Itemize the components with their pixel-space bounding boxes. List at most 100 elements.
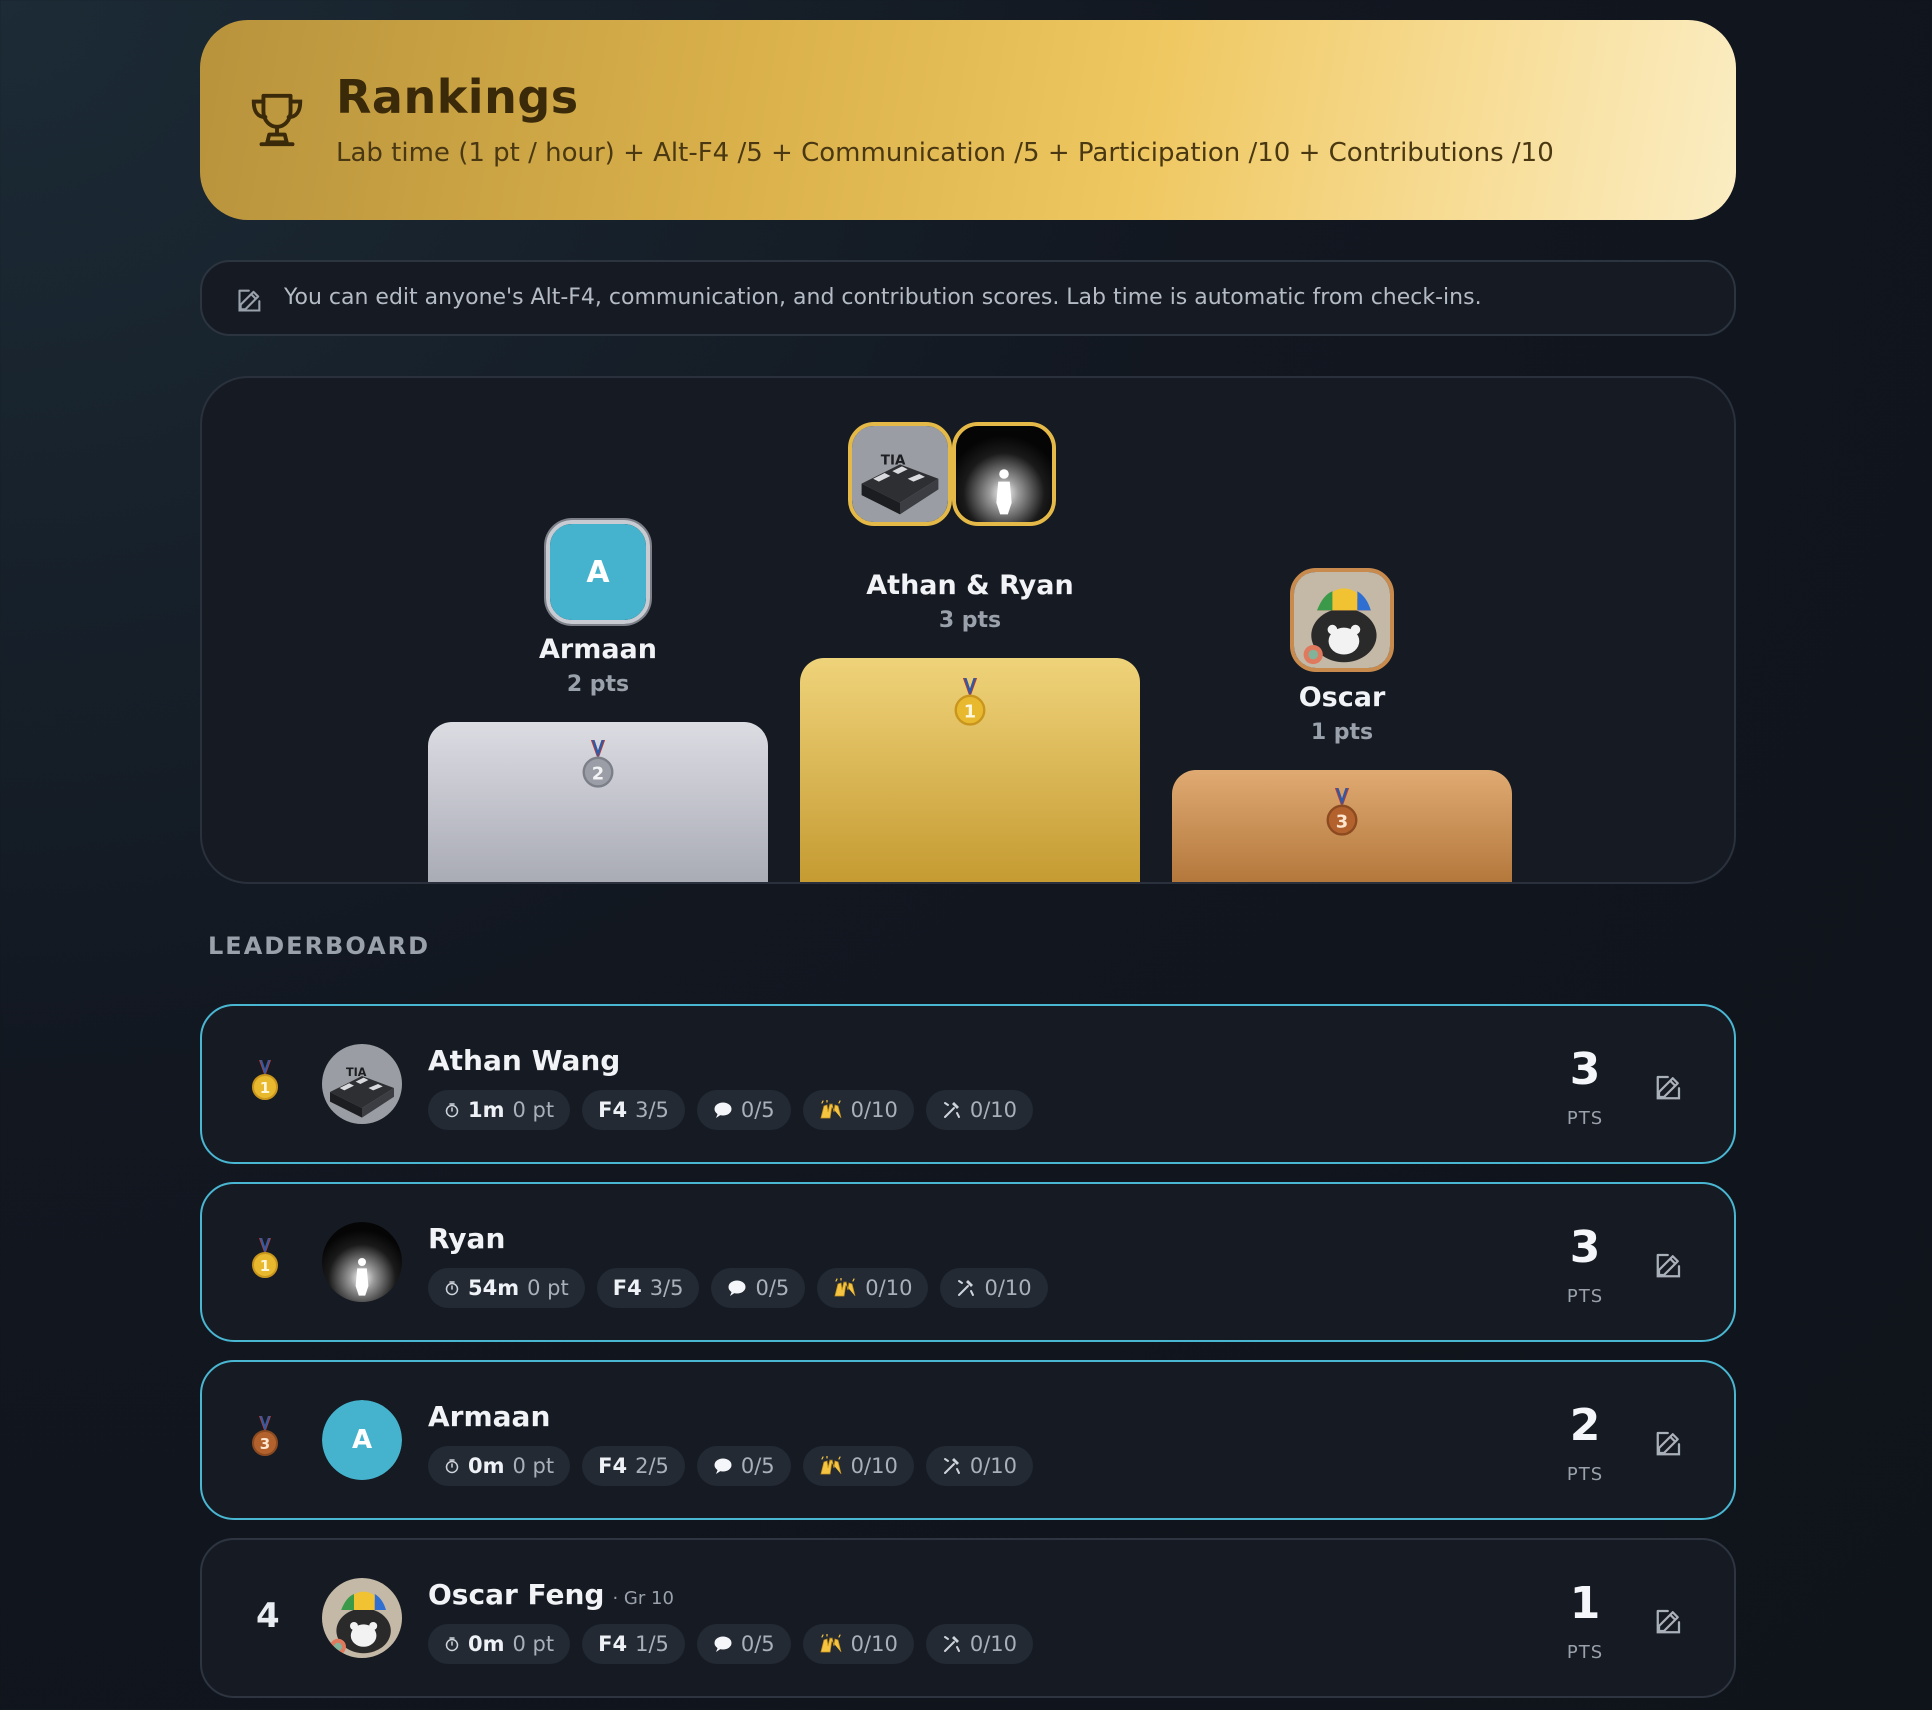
- member-name-text: Oscar Feng: [428, 1578, 605, 1611]
- podium-first-points: 3 pts: [938, 608, 1002, 633]
- participation-chip: 0/10: [802, 1446, 914, 1486]
- score-chips: 1m 0 pt F4 3/5 0/5 0/10 0/10: [428, 1090, 1034, 1130]
- podium-first-name: Athan & Ryan: [866, 570, 1074, 601]
- participation-score: 0/10: [850, 1098, 898, 1122]
- contributions-chip: 0/10: [925, 1624, 1034, 1664]
- pts-label: PTS: [1566, 1286, 1604, 1307]
- communication-score: 0/5: [740, 1632, 775, 1656]
- grade-label: · Gr 10: [612, 1588, 674, 1609]
- edit-info-note: You can edit anyone's Alt-F4, communicat…: [200, 260, 1736, 336]
- gold-medal-icon: [250, 1060, 280, 1102]
- lab-time-chip: 54m 0 pt: [428, 1268, 585, 1308]
- contributions-chip: 0/10: [940, 1268, 1048, 1308]
- raised-hands-icon: [819, 1100, 843, 1120]
- podium-third-avatar[interactable]: [1290, 568, 1394, 672]
- pts-label: PTS: [1566, 1108, 1604, 1129]
- podium-second-avatar[interactable]: A: [546, 520, 650, 624]
- tools-icon: [942, 1100, 962, 1120]
- alt-f4-label: F4: [612, 1276, 642, 1300]
- speech-bubble-icon: [713, 1634, 733, 1654]
- rank-number: 4: [256, 1596, 280, 1636]
- speech-bubble-icon: [713, 1456, 733, 1476]
- contributions-score: 0/10: [969, 1632, 1018, 1656]
- contributions-score: 0/10: [984, 1276, 1032, 1300]
- score-chips: 0m 0 pt F4 1/5 0/5 0/10 0/10: [428, 1624, 1034, 1664]
- member-name: Athan Wang: [428, 1044, 621, 1077]
- podium: A Armaan 2 pts TIA Athan & Ryan 3 pts Os…: [200, 376, 1736, 884]
- table-row[interactable]: TIA Athan Wang 1m 0 pt F4 3/5 0/5 0/10 0…: [200, 1004, 1736, 1164]
- alt-f4-score: 3/5: [635, 1098, 669, 1122]
- edit-icon[interactable]: [1654, 1606, 1684, 1636]
- avatar: A: [322, 1400, 402, 1480]
- lab-time-points: 0 pt: [512, 1454, 555, 1478]
- participation-score: 0/10: [850, 1632, 898, 1656]
- silhouette-photo-icon: [322, 1222, 402, 1302]
- gold-medal-icon: [952, 678, 988, 728]
- gold-medal-icon: [250, 1238, 280, 1280]
- lab-time-value: 0m: [468, 1632, 505, 1656]
- podium-second-points: 2 pts: [566, 672, 630, 697]
- alt-f4-chip: F4 1/5: [582, 1624, 685, 1664]
- scoring-formula: Lab time (1 pt / hour) + Alt-F4 /5 + Com…: [336, 138, 1554, 168]
- alt-f4-score: 1/5: [635, 1632, 669, 1656]
- score-chips: 54m 0 pt F4 3/5 0/5 0/10 0/10: [428, 1268, 1048, 1308]
- podium-first-avatar-ryan[interactable]: [952, 422, 1056, 526]
- member-name: Oscar Feng · Gr 10: [428, 1578, 674, 1611]
- raised-hands-icon: [833, 1278, 857, 1298]
- bronze-medal-icon: [250, 1416, 280, 1458]
- alt-f4-chip: F4 2/5: [582, 1446, 685, 1486]
- rankings-banner: Rankings Lab time (1 pt / hour) + Alt-F4…: [200, 20, 1736, 220]
- raised-hands-icon: [819, 1634, 843, 1654]
- communication-score: 0/5: [740, 1454, 775, 1478]
- alt-f4-label: F4: [598, 1098, 628, 1122]
- raccoon-hat-photo-icon: [1294, 572, 1390, 668]
- table-row[interactable]: A Armaan 0m 0 pt F4 2/5 0/5 0/10 0/10 2 …: [200, 1360, 1736, 1520]
- lab-time-value: 54m: [468, 1276, 520, 1300]
- pencil-icon: [236, 286, 264, 314]
- tools-icon: [956, 1278, 976, 1298]
- lab-time-chip: 0m 0 pt: [428, 1446, 571, 1486]
- alt-f4-chip: F4 3/5: [582, 1090, 685, 1130]
- stopwatch-icon: [444, 1636, 460, 1652]
- communication-score: 0/5: [755, 1276, 790, 1300]
- lab-time-chip: 0m 0 pt: [428, 1624, 571, 1664]
- pts-label: PTS: [1566, 1464, 1604, 1485]
- lab-time-value: 1m: [468, 1098, 505, 1122]
- podium-second-pillar: [428, 722, 768, 882]
- contributions-score: 0/10: [969, 1454, 1018, 1478]
- tools-icon: [942, 1634, 962, 1654]
- table-row[interactable]: Ryan 54m 0 pt F4 3/5 0/5 0/10 0/10 3 PTS: [200, 1182, 1736, 1342]
- stopwatch-icon: [444, 1458, 460, 1474]
- leaderboard-list: TIA Athan Wang 1m 0 pt F4 3/5 0/5 0/10 0…: [200, 1004, 1736, 1698]
- svg-text:TIA: TIA: [346, 1066, 367, 1079]
- raccoon-hat-photo-icon: [322, 1578, 402, 1658]
- avatar: TIA: [322, 1044, 402, 1124]
- lab-time-points: 0 pt: [527, 1276, 569, 1300]
- total-score: 2: [1569, 1400, 1601, 1451]
- total-score: 3: [1569, 1222, 1601, 1273]
- leaderboard-heading: LEADERBOARD: [208, 932, 431, 960]
- participation-score: 0/10: [865, 1276, 913, 1300]
- edit-icon[interactable]: [1654, 1072, 1684, 1102]
- podium-third-name: Oscar: [1298, 682, 1386, 713]
- contributions-chip: 0/10: [925, 1090, 1034, 1130]
- member-name: Armaan: [428, 1400, 551, 1433]
- svg-text:TIA: TIA: [881, 453, 906, 468]
- alt-f4-label: F4: [598, 1454, 628, 1478]
- silver-medal-icon: [580, 740, 616, 790]
- podium-third-points: 1 pts: [1310, 720, 1374, 745]
- lab-time-points: 0 pt: [512, 1098, 555, 1122]
- table-row[interactable]: 4 Oscar Feng · Gr 10 0m 0 pt F4 1/5 0/5 …: [200, 1538, 1736, 1698]
- avatar-letter: A: [550, 524, 646, 620]
- edit-icon[interactable]: [1654, 1250, 1684, 1280]
- communication-chip: 0/5: [711, 1268, 806, 1308]
- podium-first-avatar-athan[interactable]: TIA: [848, 422, 952, 526]
- total-score: 1: [1569, 1578, 1601, 1629]
- participation-chip: 0/10: [817, 1268, 929, 1308]
- board-photo-icon: TIA: [852, 426, 948, 522]
- stopwatch-icon: [444, 1280, 460, 1296]
- pts-label: PTS: [1566, 1642, 1604, 1663]
- contributions-chip: 0/10: [925, 1446, 1034, 1486]
- score-chips: 0m 0 pt F4 2/5 0/5 0/10 0/10: [428, 1446, 1034, 1486]
- edit-icon[interactable]: [1654, 1428, 1684, 1458]
